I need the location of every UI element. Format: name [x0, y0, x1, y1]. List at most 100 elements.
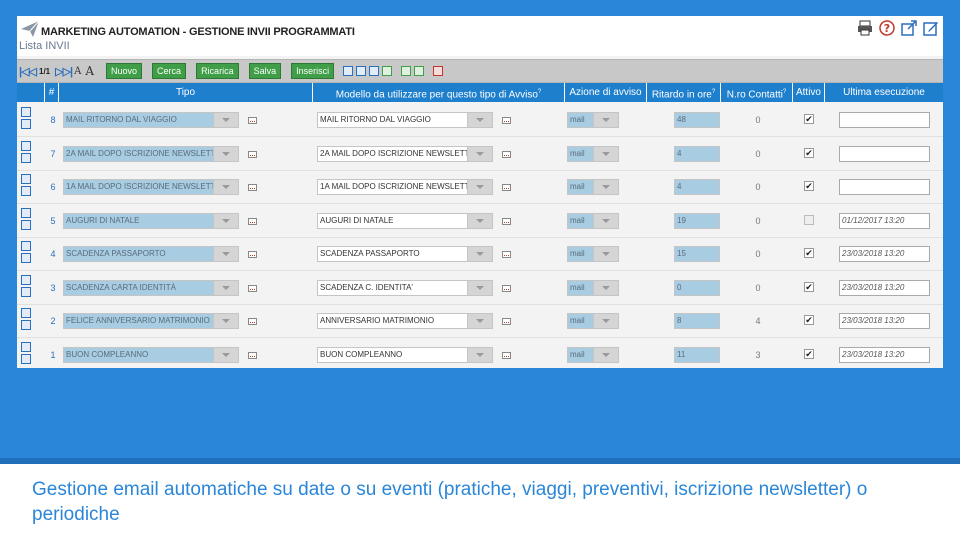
attivo-checkbox[interactable]	[804, 214, 814, 225]
modello-select[interactable]: MAIL RITORNO DAL VIAGGIO	[317, 112, 493, 128]
tipo-lookup-icon[interactable]	[248, 184, 257, 191]
row-number[interactable]: 4	[47, 249, 59, 259]
columns-icon[interactable]	[356, 66, 367, 76]
modello-select[interactable]: 2A MAIL DOPO ISCRIZIONE NEWSLETTER	[317, 145, 493, 162]
modello-select[interactable]: ANNIVERSARIO MATRIMONIO	[317, 313, 493, 329]
chevron-down-icon[interactable]	[467, 213, 492, 228]
external-link-icon[interactable]	[901, 20, 917, 36]
header-modello[interactable]: Modello da utilizzare per questo tipo di…	[313, 83, 565, 102]
ultima-esecuzione-field[interactable]: 23/03/2018 13:20	[839, 313, 930, 329]
table-row[interactable]: 5 AUGURI DI NATALE AUGURI DI NATALE mail 19 0…	[17, 204, 943, 238]
font-increase-button[interactable]: A	[85, 64, 94, 78]
nav-first-prev-button[interactable]: |◁◁	[19, 65, 37, 78]
chevron-down-icon[interactable]	[467, 280, 492, 295]
tipo-lookup-icon[interactable]	[248, 284, 257, 292]
chevron-down-icon[interactable]	[467, 146, 492, 161]
edit-record-icon[interactable]	[21, 274, 31, 285]
open-record-icon[interactable]	[21, 119, 31, 129]
attivo-checkbox[interactable]: ✔	[804, 248, 814, 258]
ultima-esecuzione-field[interactable]: 01/12/2017 13:20	[839, 212, 930, 229]
modello-select[interactable]: AUGURI DI NATALE	[317, 212, 493, 229]
modello-select[interactable]: SCADENZA C. IDENTITA'	[317, 279, 493, 296]
chevron-down-icon[interactable]	[467, 113, 492, 127]
modello-lookup-icon[interactable]	[502, 351, 511, 359]
table-row[interactable]: 2 FELICE ANNIVERSARIO MATRIMONIO ANNIVERSA…	[17, 305, 943, 338]
row-number[interactable]: 5	[47, 216, 59, 226]
nav-next-last-button[interactable]: ▷▷|	[55, 65, 73, 78]
open-record-icon[interactable]	[21, 253, 31, 263]
header-azione[interactable]: Azione di avviso	[565, 83, 647, 102]
tipo-lookup-icon[interactable]	[248, 150, 257, 158]
header-ritardo-help[interactable]: ?	[712, 89, 715, 95]
modello-lookup-icon[interactable]	[502, 217, 511, 225]
modello-lookup-icon[interactable]	[502, 117, 511, 124]
attivo-checkbox[interactable]: ✔	[804, 281, 814, 292]
open-record-icon[interactable]	[21, 353, 31, 364]
chevron-down-icon[interactable]	[467, 347, 492, 362]
tipo-lookup-icon[interactable]	[248, 217, 257, 225]
printer-icon[interactable]	[857, 20, 873, 36]
search-button[interactable]: Cerca	[152, 63, 187, 79]
table-row[interactable]: 6 1A MAIL DOPO ISCRIZIONE NEWSLETTER 1A MA…	[17, 171, 943, 204]
edit-record-icon[interactable]	[21, 140, 31, 151]
help-icon[interactable]: ?	[879, 20, 895, 36]
modello-lookup-icon[interactable]	[502, 284, 511, 292]
grid-add-icon[interactable]	[414, 66, 425, 76]
row-number[interactable]: 3	[47, 283, 59, 293]
ultima-esecuzione-field[interactable]: 23/03/2018 13:20	[839, 279, 930, 296]
table-row[interactable]: 8 MAIL RITORNO DAL VIAGGIO MAIL RITORNO DA…	[17, 104, 943, 137]
edit-record-icon[interactable]	[21, 207, 31, 218]
insert-button[interactable]: Inserisci	[291, 63, 335, 79]
open-record-icon[interactable]	[21, 286, 31, 297]
header-contatti-help[interactable]: ?	[783, 89, 786, 95]
modello-select[interactable]: BUON COMPLEANNO	[317, 346, 493, 363]
header-modello-help[interactable]: ?	[538, 89, 541, 95]
reload-button[interactable]: Ricarica	[196, 63, 239, 79]
row-number[interactable]: 1	[47, 350, 59, 360]
table-row[interactable]: 3 SCADENZA CARTA IDENTITÀ SCADENZA C. IDEN…	[17, 271, 943, 305]
chevron-down-icon[interactable]	[467, 314, 492, 328]
modello-lookup-icon[interactable]	[502, 318, 511, 325]
attivo-checkbox[interactable]: ✔	[804, 315, 814, 325]
table-row[interactable]: 7 2A MAIL DOPO ISCRIZIONE NEWSLETTER 2A MA…	[17, 137, 943, 171]
grid-edit-icon[interactable]	[401, 66, 412, 76]
ultima-esecuzione-field[interactable]	[839, 145, 930, 162]
table-row[interactable]: 4 SCADENZA PASSAPORTO SCADENZA PASSAPORTO m…	[17, 238, 943, 271]
edit-record-icon[interactable]	[21, 341, 31, 352]
attivo-checkbox[interactable]: ✔	[804, 147, 814, 158]
modello-lookup-icon[interactable]	[502, 184, 511, 191]
edit-record-icon[interactable]	[21, 308, 31, 318]
modello-lookup-icon[interactable]	[502, 251, 511, 258]
edit-record-icon[interactable]	[21, 174, 31, 184]
new-button[interactable]: Nuovo	[106, 63, 143, 79]
ultima-esecuzione-field[interactable]: 23/03/2018 13:20	[839, 346, 930, 363]
row-number[interactable]: 6	[47, 182, 59, 192]
open-record-icon[interactable]	[21, 219, 31, 230]
ultima-esecuzione-field[interactable]	[839, 112, 930, 128]
save-button[interactable]: Salva	[248, 63, 282, 79]
filter-icon[interactable]	[382, 66, 393, 76]
font-decrease-button[interactable]: A	[74, 66, 81, 77]
chevron-down-icon[interactable]	[467, 247, 492, 261]
modello-lookup-icon[interactable]	[502, 150, 511, 158]
attivo-checkbox[interactable]: ✔	[804, 348, 814, 359]
ultima-esecuzione-field[interactable]	[839, 179, 930, 195]
row-number[interactable]: 2	[47, 316, 59, 326]
open-record-icon[interactable]	[21, 186, 31, 196]
open-record-icon[interactable]	[21, 152, 31, 163]
tipo-lookup-icon[interactable]	[248, 351, 257, 359]
attivo-checkbox[interactable]: ✔	[804, 114, 814, 124]
modello-select[interactable]: SCADENZA PASSAPORTO	[317, 246, 493, 262]
tipo-lookup-icon[interactable]	[248, 318, 257, 325]
edit-record-icon[interactable]	[21, 241, 31, 251]
tipo-lookup-icon[interactable]	[248, 251, 257, 258]
export-icon[interactable]	[433, 66, 444, 76]
header-contatti[interactable]: N.ro Contatti?	[721, 83, 793, 102]
table-row[interactable]: 1 BUON COMPLEANNO BUON COMPLEANNO mail 11 3 ✔ 2…	[17, 338, 943, 368]
attivo-checkbox[interactable]: ✔	[804, 181, 814, 191]
tipo-lookup-icon[interactable]	[248, 117, 257, 124]
header-tipo[interactable]: Tipo	[59, 83, 313, 102]
row-number[interactable]: 8	[47, 115, 59, 125]
columns-icon[interactable]	[343, 66, 354, 76]
header-ultima[interactable]: Ultima esecuzione	[825, 83, 943, 102]
